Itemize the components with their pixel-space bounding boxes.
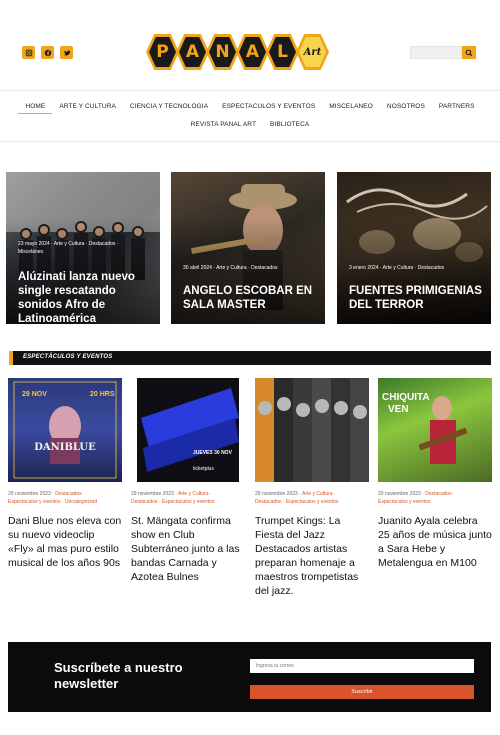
card-meta: 29 noviembre 2023 · Arte y Cultura · Des…	[131, 491, 215, 505]
email-field[interactable]	[250, 659, 474, 673]
post-card[interactable]: 29 noviembre 2023 · Arte y Cultura · Des…	[255, 378, 369, 598]
card-image: 29 NOV 20 HRS DANIBLUE	[8, 378, 122, 482]
logo-hex: L	[266, 34, 299, 70]
nav-item-nosotros[interactable]: NOSOTROS	[380, 103, 432, 114]
post-meta: 30 abril 2024 · Arte y Cultura · Destaca…	[183, 265, 278, 271]
site-header: P A N A L Art	[0, 0, 500, 90]
poster-ticket: ticketplus	[193, 466, 214, 472]
logo-hex: N	[206, 34, 239, 70]
logo-hex: A	[236, 34, 269, 70]
card-title[interactable]: Trumpet Kings: La Fiesta del Jazz Destac…	[255, 514, 369, 598]
post-title[interactable]: ANGELO ESCOBAR EN SALA MASTER	[183, 284, 317, 312]
poster-title: DANIBLUE	[34, 442, 96, 453]
nav-item-arte-y-cultura[interactable]: ARTE Y CULTURA	[52, 103, 123, 114]
card-title[interactable]: Juanito Ayala celebra 25 años de música …	[378, 514, 492, 570]
nav-item-ciencia-y-tecnologia[interactable]: CIENCIA Y TECNOLOGIA	[123, 103, 215, 114]
newsletter-section: Suscríbete a nuestro newsletter Suscribi…	[8, 642, 491, 712]
section-header: ESPECTÁCULOS Y EVENTOS	[9, 351, 491, 365]
card-image	[255, 378, 369, 482]
nav-item-biblioteca[interactable]: BIBLIOTECA	[263, 121, 316, 128]
featured-post[interactable]: 30 abril 2024 · Arte y Cultura · Destaca…	[171, 172, 325, 324]
post-card[interactable]: JUEVES 30 NOV ticketplus 29 noviembre 20…	[131, 378, 245, 584]
post-title[interactable]: Alúzinati lanza nuevo single rescatando …	[18, 270, 152, 324]
card-title[interactable]: St. Mängata confirma show en Club Subter…	[131, 514, 245, 584]
section-title[interactable]: ESPECTÁCULOS Y EVENTOS	[23, 354, 112, 360]
post-meta: 23 mayo 2024 · Arte y Cultura · Destacad…	[18, 241, 119, 255]
card-meta: 29 noviembre 2023 · Arte y Cultura · Des…	[255, 491, 339, 505]
poster-title: VEN	[388, 404, 409, 415]
social-links	[22, 46, 73, 59]
search-input[interactable]	[410, 46, 462, 59]
post-meta: 3 enero 2024 · Arte y Cultura · Destacad…	[349, 265, 445, 271]
nav-item-home[interactable]: HOME	[18, 103, 53, 114]
card-meta: 29 noviembre 2023 · Destacados Espectacu…	[8, 491, 98, 505]
instagram-icon[interactable]	[22, 46, 35, 59]
twitter-icon[interactable]	[60, 46, 73, 59]
card-image: CHIQUITA VEN	[378, 378, 492, 482]
main-nav: HOME ARTE Y CULTURA CIENCIA Y TECNOLOGIA…	[0, 90, 500, 142]
card-image: JUEVES 30 NOV ticketplus	[131, 378, 245, 482]
nav-item-revista-panal-art[interactable]: REVISTA PANAL ART	[184, 121, 263, 128]
subscribe-button[interactable]: Suscribir	[250, 685, 474, 699]
nav-item-partners[interactable]: PARTNERS	[432, 103, 482, 114]
site-logo[interactable]: P A N A L Art	[146, 32, 356, 72]
nav-item-miscelaneo[interactable]: MISCELANEO	[322, 103, 380, 114]
logo-hex-art: Art	[296, 34, 329, 70]
featured-post[interactable]: 3 enero 2024 · Arte y Cultura · Destacad…	[337, 172, 491, 324]
logo-hex: P	[146, 34, 179, 70]
search-button[interactable]	[462, 46, 476, 59]
featured-post[interactable]: 23 mayo 2024 · Arte y Cultura · Destacad…	[6, 172, 160, 324]
poster-title: CHIQUITA	[382, 392, 430, 403]
post-card[interactable]: 29 NOV 20 HRS DANIBLUE 29 noviembre 2023…	[8, 378, 122, 570]
nav-row: HOME ARTE Y CULTURA CIENCIA Y TECNOLOGIA…	[0, 103, 500, 114]
nav-row: REVISTA PANAL ART BIBLIOTECA	[0, 121, 500, 128]
poster-time: 20 HRS	[90, 391, 115, 398]
newsletter-title: Suscríbete a nuestro newsletter	[54, 660, 183, 691]
card-meta: 20 noviembre 2023 · Destacados · Especta…	[378, 491, 455, 505]
poster-date: JUEVES 30 NOV	[193, 450, 233, 456]
poster-date: 29 NOV	[22, 391, 47, 398]
post-title[interactable]: FUENTES PRIMIGENIAS DEL TERROR	[349, 284, 483, 312]
logo-hex: A	[176, 34, 209, 70]
post-card[interactable]: CHIQUITA VEN 20 noviembre 2023 · Destaca…	[378, 378, 492, 570]
card-title[interactable]: Dani Blue nos eleva con su nuevo videocl…	[8, 514, 122, 570]
search-icon	[465, 49, 473, 56]
section-accent	[9, 351, 13, 365]
facebook-icon[interactable]	[41, 46, 54, 59]
nav-item-espectaculos-y-eventos[interactable]: ESPECTACULOS Y EVENTOS	[215, 103, 322, 114]
